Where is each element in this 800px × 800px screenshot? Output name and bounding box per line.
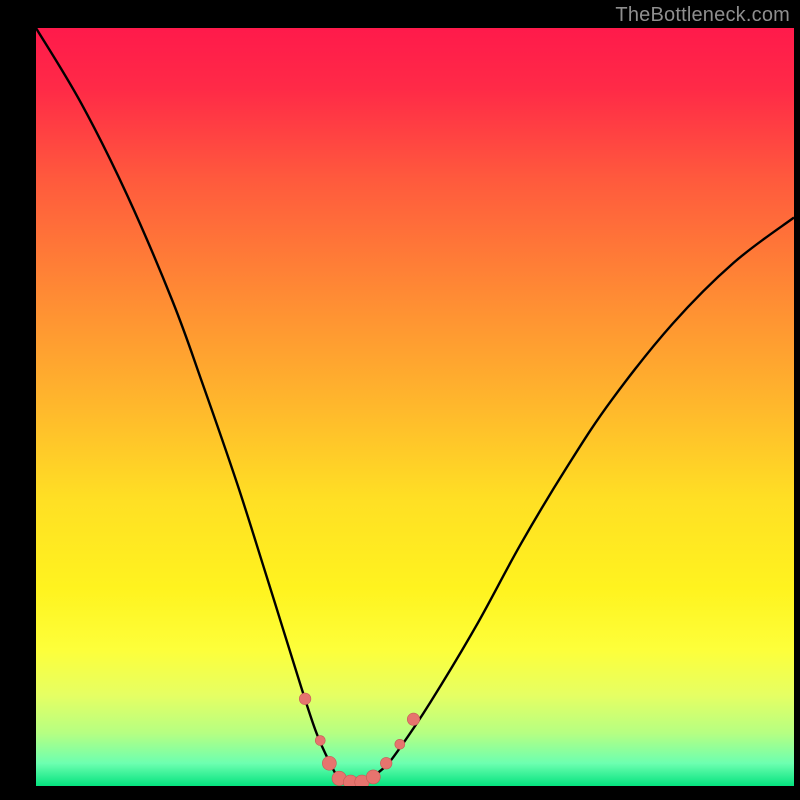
highlight-point bbox=[395, 739, 405, 749]
highlight-point bbox=[322, 756, 336, 770]
chart-background bbox=[36, 28, 794, 786]
chart-svg bbox=[36, 28, 794, 786]
highlight-point bbox=[380, 757, 392, 769]
chart-area bbox=[36, 28, 794, 786]
highlight-point bbox=[407, 713, 419, 725]
highlight-point bbox=[366, 770, 380, 784]
highlight-point bbox=[315, 736, 325, 746]
app-frame: TheBottleneck.com bbox=[0, 0, 800, 800]
watermark-text: TheBottleneck.com bbox=[615, 4, 790, 27]
highlight-point bbox=[299, 693, 311, 705]
